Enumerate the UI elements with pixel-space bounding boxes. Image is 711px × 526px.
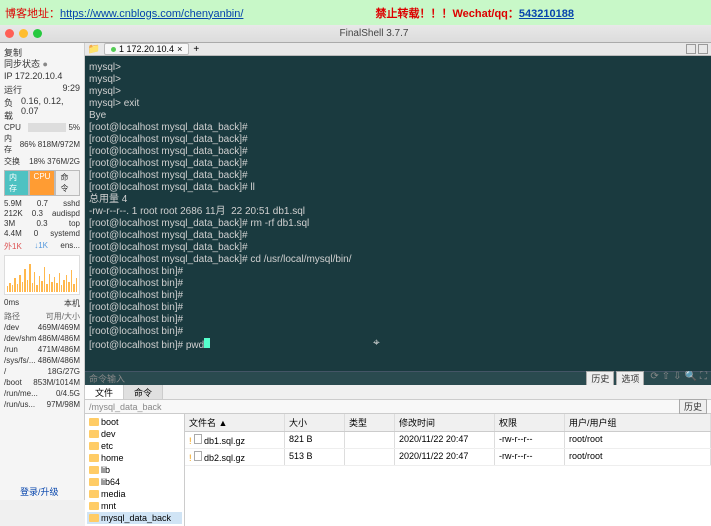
blog-link[interactable]: https://www.cnblogs.com/chenyanbin/ <box>60 8 243 20</box>
tree-item[interactable]: boot <box>87 416 182 428</box>
col-size[interactable]: 大小 <box>285 414 345 431</box>
search-icon[interactable]: 🔍 <box>685 371 697 386</box>
tree-item[interactable]: dev <box>87 428 182 440</box>
tree-item[interactable]: media <box>87 488 182 500</box>
col-perm[interactable]: 权限 <box>495 414 565 431</box>
ip-address: IP 172.20.10.4 <box>4 71 80 82</box>
tree-item[interactable]: mysql_data_back <box>87 512 182 524</box>
expand-icon[interactable]: ⛶ <box>700 371 707 386</box>
col-filename[interactable]: 文件名 ▲ <box>185 414 285 431</box>
download-icon[interactable]: ⇩ <box>673 371 681 386</box>
tree-item[interactable]: etc <box>87 440 182 452</box>
maximize-icon[interactable] <box>33 29 42 38</box>
swap-usage: 交换18%376M/2G <box>4 156 80 167</box>
terminal[interactable]: ⌖ mysql>mysql>mysql>mysql> exitBye[root@… <box>85 56 711 371</box>
close-icon[interactable] <box>5 29 14 38</box>
layout-icon[interactable] <box>686 44 696 54</box>
path-history-button[interactable]: 历史 <box>679 399 707 414</box>
file-panel-tabs: 文件 命令 <box>85 385 711 400</box>
watermark-banner: 博客地址：https://www.cnblogs.com/chenyanbin/… <box>0 0 711 25</box>
col-owner[interactable]: 用户/用户组 <box>565 414 711 431</box>
options-button[interactable]: 选项 <box>616 371 644 386</box>
tab-commands[interactable]: 命令 <box>124 385 163 399</box>
file-table: 文件名 ▲ 大小 类型 修改时间 权限 用户/用户组 ! db1.sql.gz8… <box>185 414 711 526</box>
session-tabs: 📁 1 172.20.10.4 × + <box>85 43 711 56</box>
file-row[interactable]: ! db2.sql.gz513 B2020/11/22 20:47-rw-r--… <box>185 449 711 466</box>
minimize-icon[interactable] <box>19 29 28 38</box>
tree-item[interactable]: lib64 <box>87 476 182 488</box>
tree-item[interactable]: home <box>87 452 182 464</box>
upload-icon[interactable]: ⇧ <box>662 371 670 386</box>
command-input-bar[interactable]: 命令输入 历史 选项 ⟳ ⇧ ⇩ 🔍 ⛶ <box>85 371 711 385</box>
session-tab[interactable]: 1 172.20.10.4 × <box>104 43 189 55</box>
history-button[interactable]: 历史 <box>586 371 614 386</box>
mem-usage: 内存86%818M/972M <box>4 133 80 155</box>
command-input-placeholder: 命令输入 <box>89 372 125 385</box>
file-row[interactable]: ! db1.sql.gz821 B2020/11/22 20:47-rw-r--… <box>185 432 711 449</box>
layout-grid-icon[interactable] <box>698 44 708 54</box>
network-chart <box>4 255 80 295</box>
system-monitor-sidebar: 复制 同步状态 ● IP 172.20.10.4 运行9:29 负载0.16, … <box>0 43 85 500</box>
status-dot-icon <box>111 47 116 52</box>
refresh-icon[interactable]: ⟳ <box>650 371 658 386</box>
path-bar[interactable]: /mysql_data_back 历史 <box>85 400 711 414</box>
tree-item[interactable]: lib <box>87 464 182 476</box>
add-tab-icon[interactable]: + <box>193 44 199 55</box>
monitor-tabs[interactable]: 内存 CPU 命令 <box>4 170 80 196</box>
sync-status: 同步状态 ● <box>4 59 80 70</box>
folder-icon[interactable]: 📁 <box>88 43 100 55</box>
cursor-icon: ⌖ <box>373 336 380 348</box>
col-date[interactable]: 修改时间 <box>395 414 495 431</box>
cpu-usage: CPU5% <box>4 123 80 132</box>
login-upgrade-link[interactable]: 登录/升级 <box>20 485 59 498</box>
col-type[interactable]: 类型 <box>345 414 395 431</box>
window-title: FinalShell 3.7.7 <box>42 28 706 39</box>
tab-files[interactable]: 文件 <box>85 385 124 399</box>
tree-item[interactable]: mnt <box>87 500 182 512</box>
folder-tree[interactable]: bootdevetchomeliblib64mediamntmysql_data… <box>85 414 185 526</box>
window-titlebar: FinalShell 3.7.7 <box>0 25 711 43</box>
